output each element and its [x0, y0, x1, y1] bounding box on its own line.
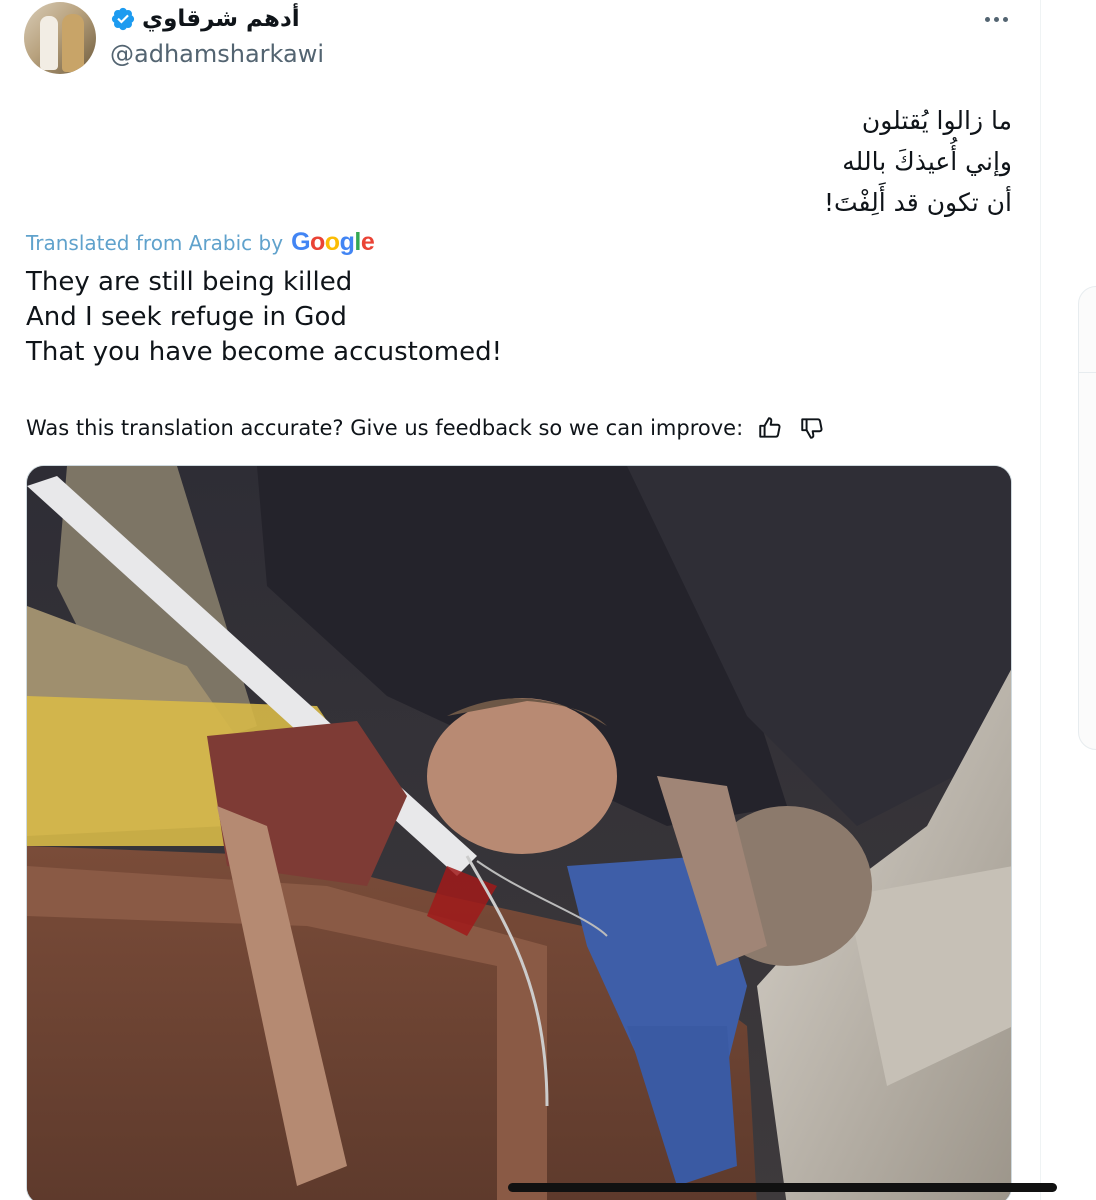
- feedback-prompt: Was this translation accurate? Give us f…: [26, 416, 744, 440]
- author-handle[interactable]: @adhamsharkawi: [110, 40, 324, 68]
- google-logo: Google: [291, 228, 375, 256]
- tweet-original-text: ما زالوا يُقتلون وإني أُعيذكَ بالله أن ت…: [824, 100, 1012, 223]
- tweet: أدهم شرقاوي @adhamsharkawi ما زالوا يُقت…: [0, 0, 1040, 1200]
- translation-feedback: Was this translation accurate? Give us f…: [26, 413, 827, 443]
- author-names: أدهم شرقاوي: [110, 6, 300, 32]
- translated-prefix: Translated from Arabic by: [26, 230, 284, 255]
- original-line: وإني أُعيذكَ بالله: [842, 147, 1012, 176]
- thumbs-down-icon[interactable]: [797, 413, 827, 443]
- author-display-name[interactable]: أدهم شرقاوي: [142, 6, 300, 32]
- translated-line: And I seek refuge in God: [26, 302, 347, 332]
- translated-line: That you have become accustomed!: [26, 337, 503, 367]
- horizontal-scrollbar[interactable]: [508, 1183, 1057, 1192]
- verified-badge-icon: [110, 6, 136, 32]
- translated-by-label[interactable]: Translated from Arabic by Google: [26, 228, 375, 257]
- timeline-divider: [1040, 0, 1041, 1200]
- thumbs-up-icon[interactable]: [755, 413, 785, 443]
- original-line: ما زالوا يُقتلون: [861, 106, 1012, 135]
- tweet-translated-text: They are still being killed And I seek r…: [26, 265, 502, 370]
- translated-line: They are still being killed: [26, 267, 353, 297]
- tweet-media-photo[interactable]: [26, 465, 1012, 1200]
- more-dots-icon[interactable]: [980, 10, 1012, 28]
- original-line: أن تكون قد أَلِفْتَ!: [823, 188, 1012, 217]
- avatar[interactable]: [24, 2, 96, 74]
- side-panel-edge: [1078, 286, 1096, 750]
